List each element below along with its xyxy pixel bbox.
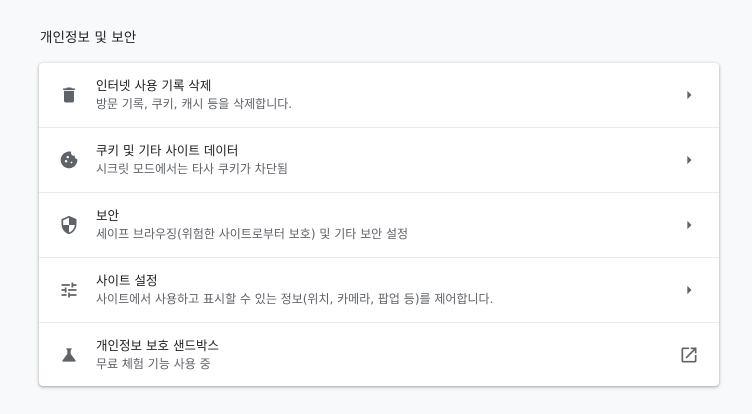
- row-sublabel: 세이프 브라우징(위험한 사이트로부터 보호) 및 기타 보안 설정: [96, 227, 409, 241]
- arrow-right-icon[interactable]: [679, 150, 699, 170]
- flask-icon: [58, 344, 80, 366]
- privacy-security-page: 개인정보 및 보안 인터넷 사용 기록 삭제 방문 기록, 쿠키, 캐시 등을 …: [0, 0, 752, 414]
- row-sublabel: 무료 체험 기능 사용 중: [96, 357, 211, 371]
- row-label: 개인정보 보호 샌드박스: [96, 338, 219, 353]
- cookie-icon: [58, 149, 80, 171]
- row-label: 쿠키 및 기타 사이트 데이터: [96, 143, 239, 158]
- open-in-new-icon[interactable]: [679, 345, 699, 365]
- row-texts: 개인정보 보호 샌드박스 무료 체험 기능 사용 중: [96, 337, 219, 373]
- clear-browsing-data-row[interactable]: 인터넷 사용 기록 삭제 방문 기록, 쿠키, 캐시 등을 삭제합니다.: [39, 63, 719, 127]
- row-texts: 보안 세이프 브라우징(위험한 사이트로부터 보호) 및 기타 보안 설정: [96, 207, 408, 243]
- trash-icon: [58, 84, 80, 106]
- arrow-right-icon[interactable]: [679, 280, 699, 300]
- section-title: 개인정보 및 보안: [40, 30, 137, 46]
- tune-icon: [58, 279, 80, 301]
- shield-icon: [58, 214, 80, 236]
- row-texts: 인터넷 사용 기록 삭제 방문 기록, 쿠키, 캐시 등을 삭제합니다.: [96, 77, 292, 113]
- cookies-site-data-row[interactable]: 쿠키 및 기타 사이트 데이터 시크릿 모드에서는 타사 쿠키가 차단됨: [39, 127, 719, 192]
- privacy-settings-card: 인터넷 사용 기록 삭제 방문 기록, 쿠키, 캐시 등을 삭제합니다. 쿠키 …: [39, 63, 719, 386]
- arrow-right-icon[interactable]: [679, 85, 699, 105]
- site-settings-row[interactable]: 사이트 설정 사이트에서 사용하고 표시할 수 있는 정보(위치, 카메라, 팝…: [39, 257, 719, 322]
- row-sublabel: 사이트에서 사용하고 표시할 수 있는 정보(위치, 카메라, 팝업 등)를 제…: [96, 292, 494, 306]
- row-sublabel: 시크릿 모드에서는 타사 쿠키가 차단됨: [96, 162, 288, 176]
- row-label: 사이트 설정: [96, 273, 158, 288]
- security-row[interactable]: 보안 세이프 브라우징(위험한 사이트로부터 보호) 및 기타 보안 설정: [39, 192, 719, 257]
- row-sublabel: 방문 기록, 쿠키, 캐시 등을 삭제합니다.: [96, 97, 293, 111]
- row-label: 인터넷 사용 기록 삭제: [96, 78, 212, 93]
- privacy-sandbox-row[interactable]: 개인정보 보호 샌드박스 무료 체험 기능 사용 중: [39, 322, 719, 386]
- arrow-right-icon[interactable]: [679, 215, 699, 235]
- row-texts: 쿠키 및 기타 사이트 데이터 시크릿 모드에서는 타사 쿠키가 차단됨: [96, 142, 288, 178]
- row-texts: 사이트 설정 사이트에서 사용하고 표시할 수 있는 정보(위치, 카메라, 팝…: [96, 272, 493, 308]
- row-label: 보안: [96, 208, 120, 223]
